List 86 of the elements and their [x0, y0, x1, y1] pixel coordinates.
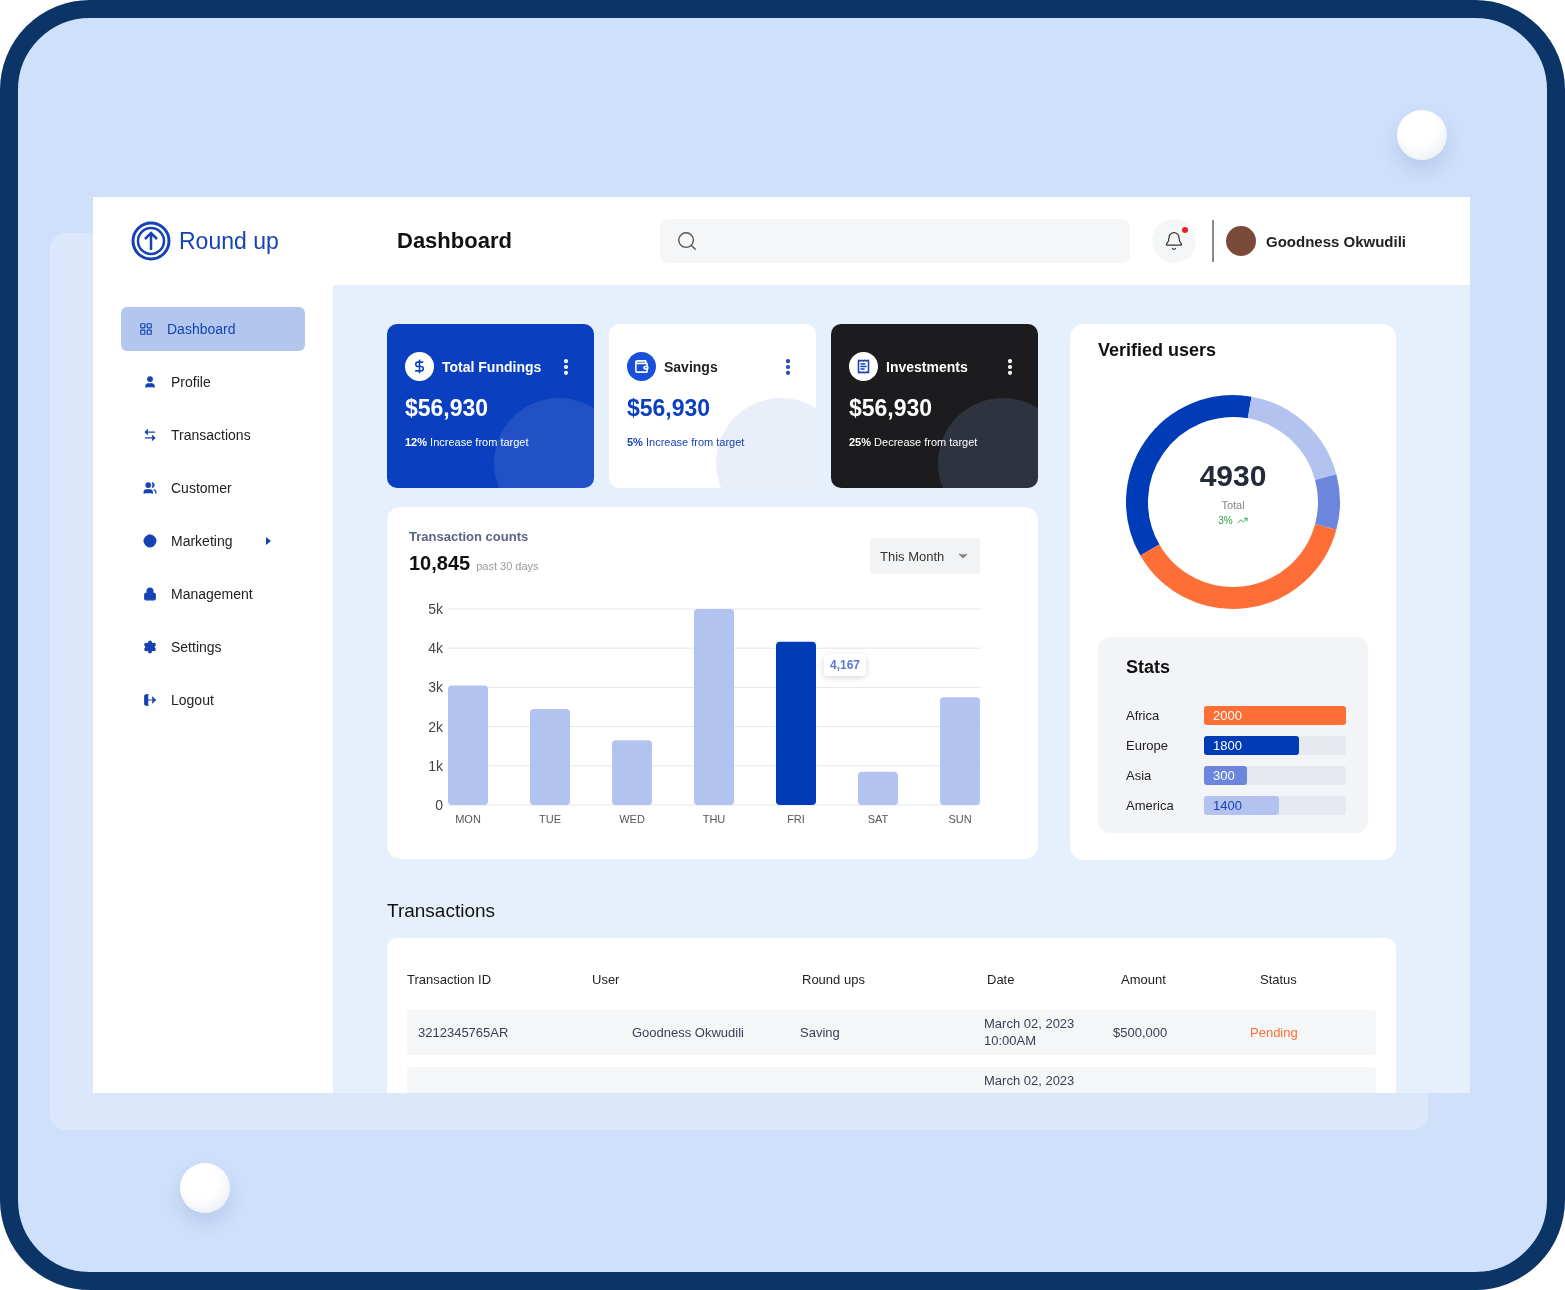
nav-icon	[143, 428, 157, 442]
axis-label: 0	[435, 797, 443, 813]
card-amount: $56,930	[405, 395, 490, 422]
nav-item[interactable]: Profile	[121, 360, 305, 404]
stat-bar: 2000	[1204, 705, 1346, 725]
column-header: Amount	[1121, 971, 1166, 987]
table-cell-text: March 02, 2023 10:00AM	[984, 1015, 1075, 1049]
column-header: Date	[987, 971, 1015, 987]
table-cell-text: 3212345765AR	[418, 1024, 509, 1040]
chart-title: Transaction counts	[409, 529, 530, 544]
nav-item[interactable]: Management	[121, 572, 305, 616]
bar	[612, 740, 652, 805]
card-icon	[849, 352, 878, 381]
nav-icon	[143, 587, 157, 601]
nav-icon	[143, 640, 157, 654]
search-icon	[676, 230, 698, 252]
nav-icon	[143, 693, 157, 707]
change-percent: 3%	[1218, 514, 1233, 526]
axis-label: THU	[702, 813, 726, 825]
card-title: Investments	[886, 358, 969, 375]
axis-label: MON	[455, 813, 481, 825]
page-title: Dashboard	[397, 228, 513, 254]
card-note: 5% Increase from target	[627, 436, 746, 448]
axis-label: SAT	[867, 813, 889, 825]
card-title: Total Fundings	[442, 358, 543, 375]
nav-item[interactable]: Logout	[121, 678, 305, 722]
nav-icon	[143, 375, 157, 389]
sphere-decoration	[1397, 110, 1447, 160]
period-label: past 30 days	[476, 560, 539, 572]
search-field[interactable]	[660, 219, 1130, 263]
stat-bar: 1400	[1204, 795, 1280, 815]
bell-icon	[1164, 231, 1184, 251]
value-tooltip: 4,167	[824, 653, 867, 676]
nav-item[interactable]: Dashboard	[121, 307, 305, 351]
stats-title: Stats	[1126, 657, 1171, 678]
total-count: 10,845	[409, 552, 471, 575]
nav-icon	[143, 481, 157, 495]
axis-label: WED	[619, 813, 645, 825]
table-cell-text: $500,000	[1113, 1024, 1168, 1040]
axis-label: TUE	[539, 813, 561, 825]
logo-icon	[131, 221, 171, 261]
axis-label: SUN	[948, 813, 972, 825]
column-header: Status	[1260, 971, 1297, 987]
card-title: Verified users	[1098, 340, 1218, 361]
nav-item[interactable]: Customer	[121, 466, 305, 510]
stat-bar: 1800	[1204, 735, 1300, 755]
card-amount: $56,930	[849, 395, 934, 422]
nav-item[interactable]: Marketing	[121, 519, 305, 563]
region-label: Asia	[1126, 767, 1153, 783]
stat-bar: 300	[1204, 765, 1247, 785]
card-amount: $56,930	[627, 395, 712, 422]
axis-label: FRI	[787, 813, 805, 825]
axis-label: 3k	[428, 679, 443, 696]
table-cell-text: Goodness Okwudili	[632, 1024, 744, 1040]
bar	[858, 771, 898, 805]
avatar[interactable]	[1226, 226, 1256, 256]
card-note: 25% Decrease from target	[849, 436, 979, 448]
region-label: America	[1126, 797, 1175, 813]
column-header: Round ups	[802, 971, 865, 987]
card-note: 12% Increase from target	[405, 436, 530, 448]
axis-label: 4k	[428, 640, 443, 657]
total-label: Total	[1221, 498, 1245, 511]
table-cell-text: Saving	[800, 1024, 840, 1040]
card-icon	[405, 352, 434, 381]
region-label: Africa	[1126, 707, 1161, 723]
card-icon	[627, 352, 656, 381]
nav-item[interactable]: Settings	[121, 625, 305, 669]
notification-button[interactable]	[1152, 219, 1196, 263]
card-title: Savings	[664, 358, 719, 375]
region-label: Europe	[1126, 737, 1169, 753]
user-name: Goodness Okwudili	[1266, 232, 1407, 250]
column-header: Transaction ID	[407, 971, 492, 987]
sphere-decoration	[180, 1163, 230, 1213]
column-header: User	[592, 971, 620, 987]
brand-name: Round up	[179, 227, 279, 255]
axis-label: 2k	[428, 718, 443, 735]
axis-label: 1k	[428, 757, 443, 774]
nav-icon	[143, 534, 157, 548]
nav-item[interactable]: Transactions	[121, 413, 305, 457]
section-title: Transactions	[387, 900, 497, 922]
nav-icon	[139, 322, 153, 336]
axis-label: 5k	[428, 601, 443, 617]
table-cell-text: March 02, 2023	[984, 1072, 1075, 1089]
period-dropdown[interactable]: This Month	[870, 538, 980, 574]
total-users: 4930	[1199, 458, 1267, 493]
status-label: Pending	[1250, 1024, 1298, 1040]
